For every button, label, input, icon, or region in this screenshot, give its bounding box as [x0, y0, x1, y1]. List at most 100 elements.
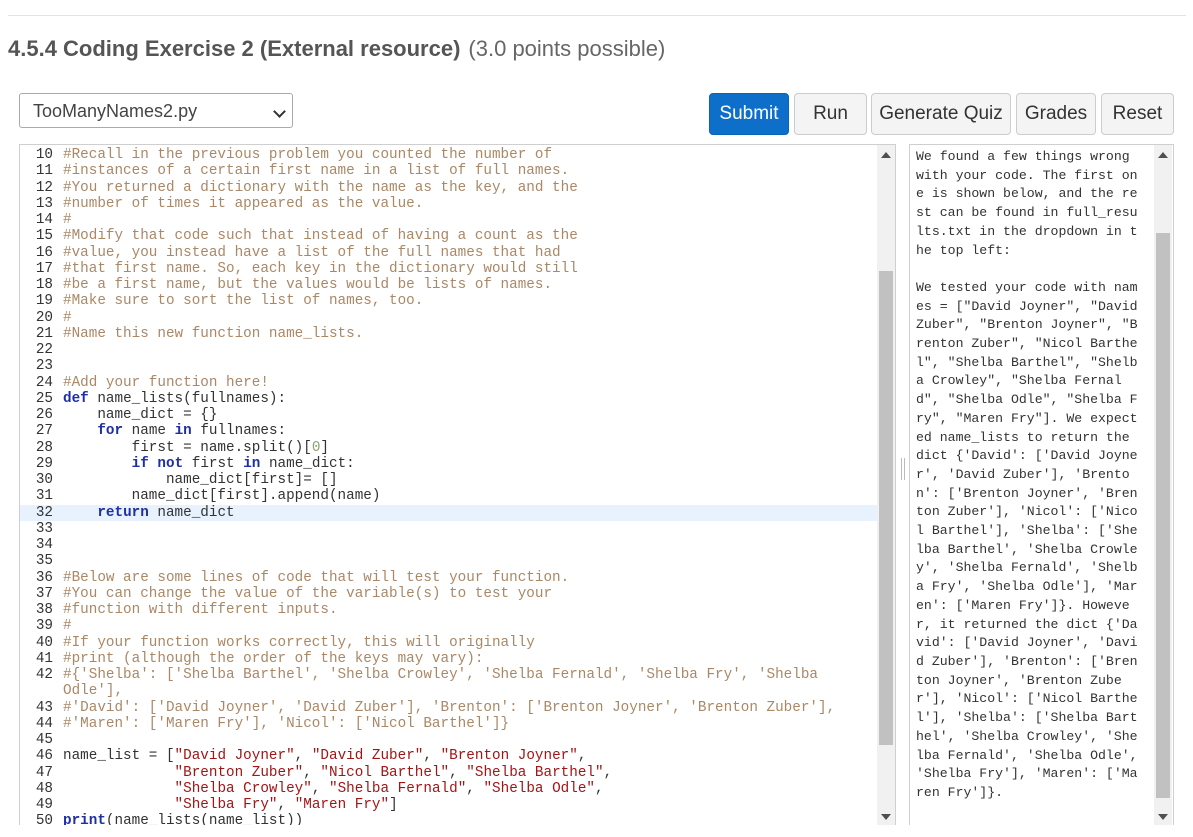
editor-scrollbar[interactable] [877, 145, 895, 825]
code-line[interactable]: 47 "Brenton Zuber", "Nicol Barthel", "Sh… [20, 765, 877, 781]
code-text: #Modify that code such that instead of h… [63, 228, 578, 244]
code-line[interactable]: 50 print(name_lists(name_list)) [20, 813, 877, 825]
code-editor[interactable]: 10 #Recall in the previous problem you co… [19, 144, 896, 825]
code-text: # [63, 618, 72, 634]
code-token: ] [389, 797, 398, 813]
code-line[interactable]: 19 #Make sure to sort the list of names, … [20, 293, 877, 309]
scroll-up-icon[interactable] [1158, 152, 1168, 158]
code-token: "David Joyner" [174, 748, 295, 765]
output-scroll-thumb[interactable] [1156, 233, 1170, 798]
code-text: #'Maren': ['Maren Fry'], 'Nicol': ['Nico… [63, 716, 509, 732]
code-line[interactable]: 43 #'David': ['David Joyner', 'David Zube… [20, 700, 877, 716]
code-token: "Shelba Fry" [174, 797, 278, 813]
code-line[interactable]: 46 name_list = ["David Joyner", "David Zu… [20, 748, 877, 764]
code-token: #Name this new function name_lists. [63, 325, 364, 342]
code-token: #You can change the value of the variabl… [63, 585, 553, 602]
line-number: 31 [35, 488, 53, 505]
code-line[interactable]: 18 #be a first name, but the values would… [20, 277, 877, 293]
run-button[interactable]: Run [794, 93, 867, 135]
line-number: 24 [35, 374, 53, 391]
code-line[interactable]: 13 #number of times it appeared as the va… [20, 196, 877, 212]
line-number: 43 [35, 699, 53, 716]
code-line[interactable]: 37 #You can change the value of the varia… [20, 586, 877, 602]
line-number: 39 [35, 618, 53, 635]
line-number: 36 [35, 569, 53, 586]
line-number: 32 [35, 504, 53, 521]
pane-resize-handle[interactable] [901, 458, 905, 480]
grades-button[interactable]: Grades [1016, 93, 1096, 135]
code-line[interactable]: 32 return name_dict [20, 504, 877, 521]
code-line[interactable]: 34 [20, 537, 877, 553]
code-token: name_dict[first]= [] [63, 472, 338, 488]
code-line[interactable]: 45 [20, 732, 877, 748]
code-lines: 10 #Recall in the previous problem you co… [20, 147, 877, 825]
code-line[interactable]: 42 #{'Shelba': ['Shelba Barthel', 'Shelba… [20, 667, 877, 683]
code-line[interactable]: 41 #print (although the order of the keys… [20, 651, 877, 667]
code-line[interactable]: 29 if not first in name_dict: [20, 456, 877, 472]
code-text: #Name this new function name_lists. [63, 326, 363, 342]
code-line[interactable]: 35 [20, 553, 877, 569]
code-token: name_lists(fullnames): [88, 390, 287, 407]
code-line[interactable]: 27 for name in fullnames: [20, 423, 877, 439]
line-number: 29 [35, 455, 53, 472]
submit-button[interactable]: Submit [709, 93, 789, 135]
code-line[interactable]: 39 # [20, 618, 877, 634]
line-number: 42 [35, 667, 53, 683]
code-line[interactable]: 23 [20, 358, 877, 374]
code-token: name_list = [ [63, 748, 175, 765]
top-divider [8, 15, 1186, 16]
code-line[interactable]: 12 #You returned a dictionary with the na… [20, 180, 877, 196]
code-token: #Make sure to sort the list of names, to… [63, 293, 424, 310]
code-line[interactable]: 24 #Add your function here! [20, 375, 877, 391]
code-token: fullnames: [191, 423, 287, 440]
code-line[interactable]: 49 "Shelba Fry", "Maren Fry"] [20, 797, 877, 813]
output-panel: We found a few things wrong with your co… [909, 144, 1174, 825]
code-line[interactable]: 22 [20, 342, 877, 358]
code-line[interactable]: 25 def name_lists(fullnames): [20, 391, 877, 407]
output-scrollbar[interactable] [1154, 145, 1172, 825]
code-line[interactable]: 48 "Shelba Crowley", "Shelba Fernald", "… [20, 781, 877, 797]
line-number: 15 [35, 228, 53, 245]
code-line[interactable]: Odle'], [20, 683, 877, 699]
line-number: 10 [35, 147, 53, 163]
code-line[interactable]: 44 #'Maren': ['Maren Fry'], 'Nicol': ['Ni… [20, 716, 877, 732]
generate-quiz-button[interactable]: Generate Quiz [871, 93, 1011, 135]
code-line[interactable]: 28 first = name.split()[0] [20, 440, 877, 456]
code-line[interactable]: 30 name_dict[first]= [] [20, 472, 877, 488]
code-token: , [277, 797, 295, 813]
scroll-up-icon[interactable] [881, 152, 891, 158]
file-dropdown[interactable]: TooManyNames2.py [19, 93, 293, 128]
code-text: name_dict[first].append(name) [63, 488, 381, 504]
code-line[interactable]: 40 #If your function works correctly, thi… [20, 635, 877, 651]
line-number: 35 [35, 553, 53, 570]
code-token: #print (although the order of the keys m… [63, 650, 484, 667]
scroll-down-icon[interactable] [881, 814, 891, 820]
code-line[interactable]: 20 # [20, 310, 877, 326]
code-text: #Recall in the previous problem you coun… [63, 147, 552, 163]
editor-scroll-thumb[interactable] [879, 271, 893, 745]
code-token: name_dict = {} [63, 407, 218, 423]
code-line[interactable]: 11 #instances of a certain first name in … [20, 163, 877, 179]
code-text: #instances of a certain first name in a … [63, 163, 569, 179]
code-line[interactable]: 33 [20, 521, 877, 537]
code-line[interactable]: 15 #Modify that code such that instead of… [20, 228, 877, 244]
code-line[interactable]: 16 #value, you instead have a list of the… [20, 245, 877, 261]
code-line[interactable]: 21 #Name this new function name_lists. [20, 326, 877, 342]
code-line[interactable]: 36 #Below are some lines of code that wil… [20, 570, 877, 586]
code-line[interactable]: 26 name_dict = {} [20, 407, 877, 423]
code-line[interactable]: 38 #function with different inputs. [20, 602, 877, 618]
line-number: 12 [35, 179, 53, 196]
code-text: return name_dict [63, 505, 234, 521]
code-token: , [311, 780, 329, 797]
reset-button[interactable]: Reset [1101, 93, 1174, 135]
code-line[interactable]: 17 #that first name. So, each key in the … [20, 261, 877, 277]
code-line[interactable]: 10 #Recall in the previous problem you co… [20, 147, 877, 163]
scroll-down-icon[interactable] [1158, 814, 1168, 820]
code-line[interactable]: 31 name_dict[first].append(name) [20, 488, 877, 504]
line-number: 13 [35, 195, 53, 212]
code-text: print(name_lists(name_list)) [63, 813, 303, 825]
code-line[interactable]: 14 # [20, 212, 877, 228]
